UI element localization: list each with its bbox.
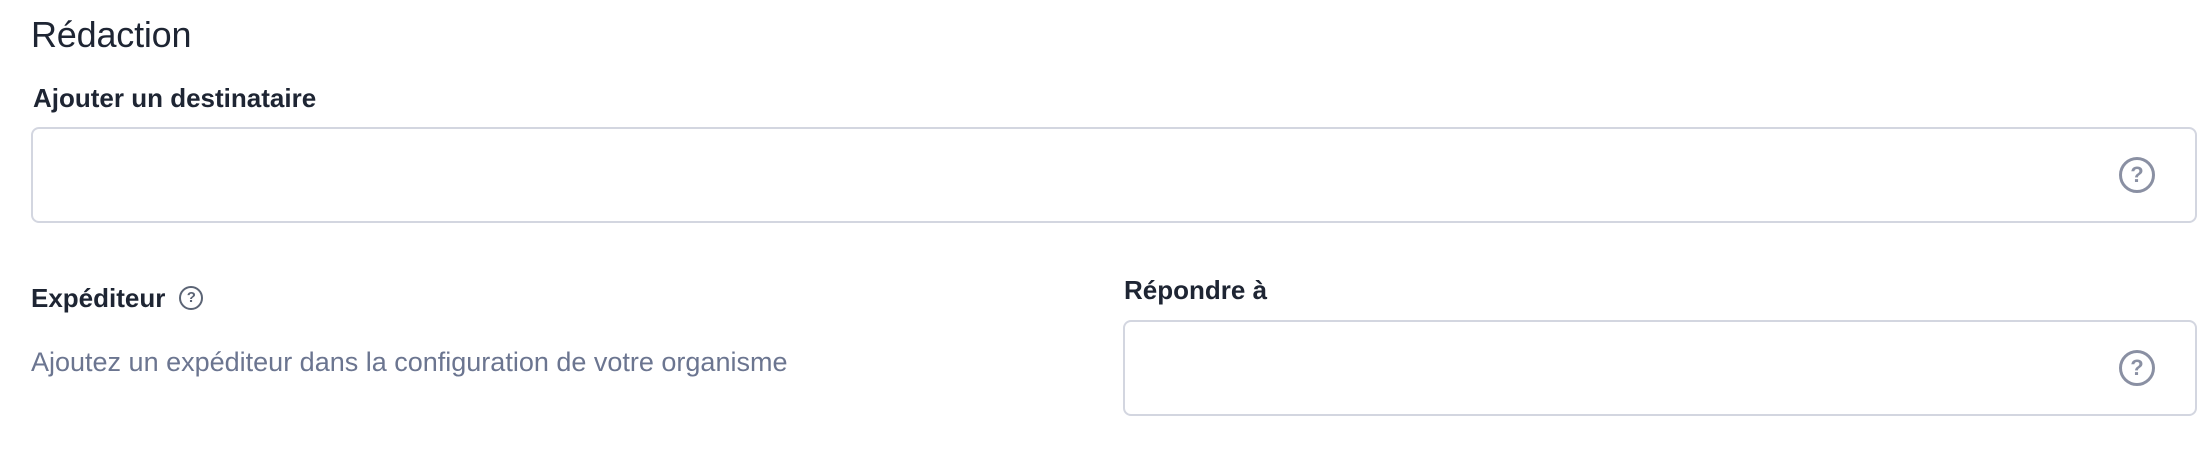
reply-to-input[interactable] <box>1125 322 2195 414</box>
recipient-label: Ajouter un destinataire <box>33 83 317 113</box>
section-title: Rédaction <box>31 14 192 55</box>
reply-to-label: Répondre à <box>1124 275 1268 305</box>
sender-label: Expéditeur <box>31 283 166 313</box>
reply-to-help-icon[interactable]: ? <box>2119 350 2155 386</box>
reply-to-field[interactable]: ? <box>1123 320 2197 416</box>
sender-hint-text: Ajoutez un expéditeur dans la configurat… <box>31 347 788 377</box>
recipient-help-icon[interactable]: ? <box>2119 157 2155 193</box>
recipient-field[interactable]: ? <box>31 127 2197 223</box>
sender-label-row: Expéditeur ? <box>31 282 204 314</box>
sender-help-icon[interactable]: ? <box>179 286 204 310</box>
composition-section: Rédaction Ajouter un destinataire ? Expé… <box>31 0 2201 452</box>
recipient-input[interactable] <box>33 129 2195 221</box>
